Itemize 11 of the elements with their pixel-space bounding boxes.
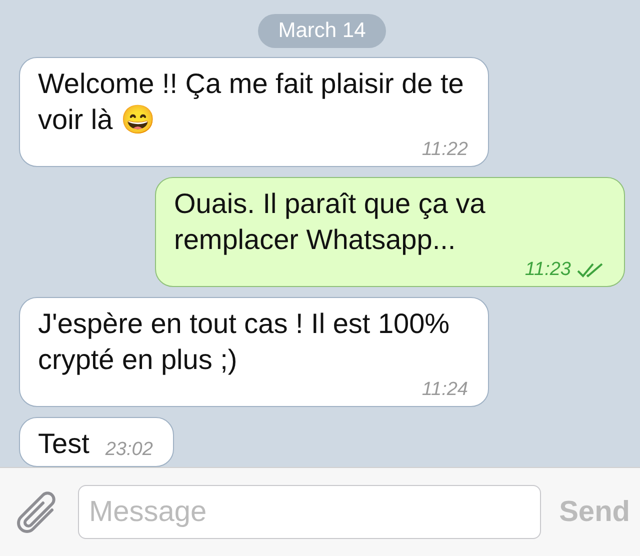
- send-button[interactable]: Send: [559, 496, 630, 528]
- message-input[interactable]: Message: [78, 485, 542, 539]
- date-badge: March 14: [258, 14, 386, 48]
- message-text: J'espère en tout cas ! Il est 100% crypté en plus ;): [38, 307, 451, 377]
- message-time: 11:24: [422, 378, 468, 402]
- message-time: 11:22: [422, 138, 468, 162]
- message-text: Test: [38, 427, 90, 461]
- message-text: Ouais. Il paraît que ça va remplacer Whatsapp...: [174, 187, 486, 257]
- message-time: 11:23: [524, 258, 571, 282]
- message-time: 23:02: [105, 438, 153, 462]
- message-text: Welcome !! Ça me fait plaisir de te voir là 😄: [38, 67, 465, 137]
